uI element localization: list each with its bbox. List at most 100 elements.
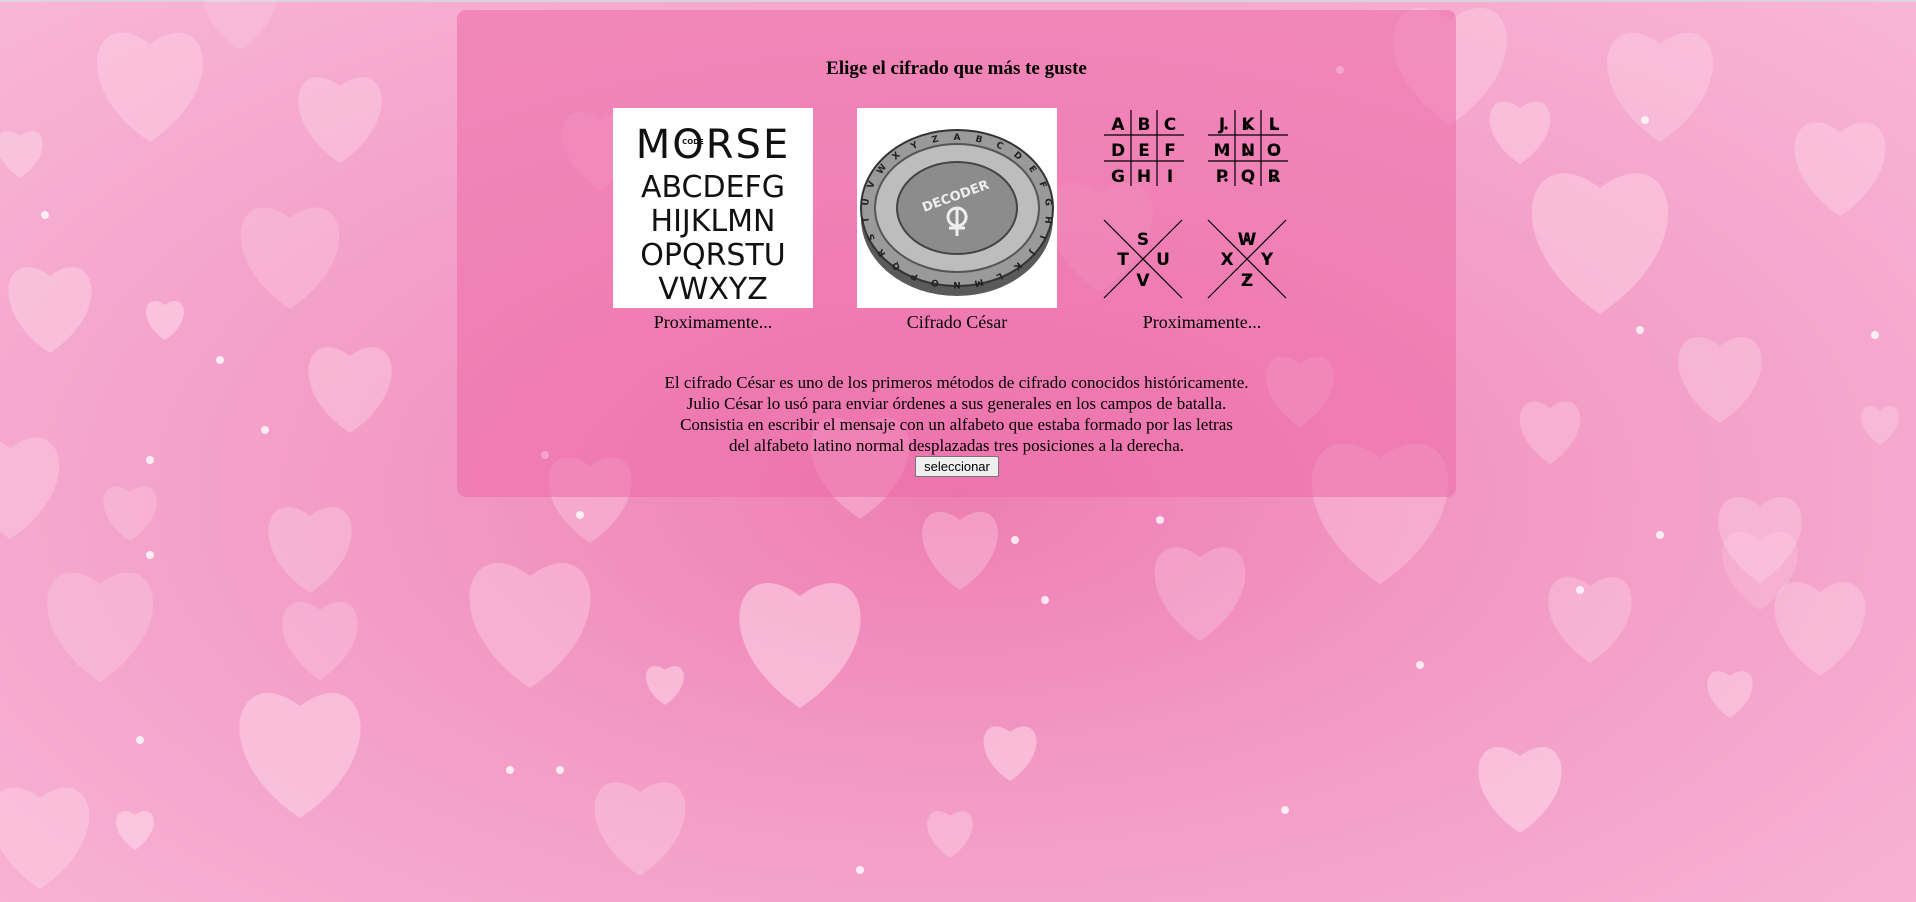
description-line: El cifrado César es uno de los primeros … [664, 373, 1249, 392]
svg-text:K: K [1241, 115, 1255, 135]
svg-text:ABCDEFG: ABCDEFG [641, 170, 785, 205]
svg-text:F: F [1164, 141, 1176, 161]
heart-shape [1478, 747, 1562, 833]
sparkle-dot [136, 736, 144, 744]
svg-text:A: A [1111, 115, 1125, 135]
svg-text:OPQRSTU: OPQRSTU [640, 238, 786, 273]
caesar-cipher-card[interactable]: ABCDEFGHIJKLMNOPQRSTUVWXYZ DECODER Cifra… [857, 108, 1057, 333]
heart-shape [202, 0, 278, 51]
sparkle-dot [1416, 661, 1424, 669]
svg-text:J: J [1218, 115, 1225, 135]
pigpen-cipher-card[interactable]: ABCDEFGHIJKLMNOPQRSTUVWXYZ Proximamente.… [1102, 108, 1302, 333]
svg-text:N: N [953, 279, 961, 289]
svg-text:O: O [1267, 141, 1281, 161]
heart-shape [927, 811, 973, 858]
morse-code-icon[interactable]: MORSE CODE ABCDEFG HIJKLMN OPQRSTU VWXYZ [613, 108, 813, 308]
pigpen-cipher-icon[interactable]: ABCDEFGHIJKLMNOPQRSTUVWXYZ [1102, 108, 1302, 308]
description-line: Consistia en escribir el mensaje con un … [680, 415, 1233, 434]
svg-text:P: P [1216, 167, 1228, 187]
heart-shape [983, 726, 1037, 781]
sparkle-dot [1156, 516, 1164, 524]
description-line: Julio César lo usó para enviar órdenes a… [686, 394, 1227, 413]
svg-text:S: S [1137, 230, 1149, 250]
svg-text:M: M [1214, 141, 1231, 161]
sparkle-dot [576, 511, 584, 519]
heart-shape [103, 486, 157, 541]
sparkle-dot [1641, 116, 1649, 124]
heart-shape [240, 207, 340, 309]
sparkle-dot [261, 426, 269, 434]
pigpen-cipher-label: Proximamente... [1142, 312, 1262, 332]
heart-shape [1794, 122, 1886, 217]
svg-text:H: H [1042, 215, 1053, 224]
cipher-description: El cifrado César es uno de los primeros … [457, 372, 1456, 456]
svg-text:C: C [1164, 115, 1176, 135]
svg-text:I: I [1167, 167, 1173, 187]
svg-text:HIJKLMN: HIJKLMN [651, 204, 776, 239]
sparkle-dot [856, 866, 864, 874]
page-title: Elige el cifrado que más te guste [826, 58, 1087, 79]
svg-text:L: L [1269, 115, 1280, 135]
sparkle-dot [1041, 596, 1049, 604]
heart-shape [1707, 671, 1753, 718]
cipher-selection-panel: Elige el cifrado que más te guste MORSE … [457, 10, 1456, 497]
heart-shape [116, 810, 154, 850]
morse-cipher-label: Proximamente... [653, 312, 773, 332]
heart-shape [0, 787, 90, 889]
sparkle-dot [146, 551, 154, 559]
svg-text:G: G [1111, 167, 1125, 187]
heart-shape [1489, 101, 1551, 165]
sparkle-dot [1281, 806, 1289, 814]
sparkle-dot [1576, 586, 1584, 594]
svg-text:VWXYZ: VWXYZ [658, 272, 768, 307]
heart-shape [1678, 337, 1762, 423]
sparkle-dot [216, 356, 224, 364]
heart-shape [268, 507, 352, 593]
svg-text:V: V [1136, 271, 1150, 291]
select-button[interactable]: seleccionar [915, 456, 999, 477]
heart-shape [298, 77, 382, 164]
sparkle-dot [1656, 531, 1664, 539]
heart-shape [646, 665, 684, 705]
svg-text:T: T [1117, 250, 1129, 270]
svg-text:B: B [1138, 115, 1151, 135]
heart-shape [308, 347, 392, 433]
svg-text:U: U [1156, 250, 1170, 270]
svg-text:E: E [1138, 141, 1150, 161]
svg-text:CODE: CODE [682, 138, 704, 146]
heart-shape [1531, 173, 1669, 315]
sparkle-dot [1871, 331, 1879, 339]
heart-shape [0, 437, 60, 539]
caesar-cipher-label: Cifrado César [906, 312, 1008, 332]
sparkle-dot [506, 766, 514, 774]
heart-shape [0, 131, 43, 178]
heart-shape [146, 300, 184, 340]
svg-text:A: A [954, 133, 961, 143]
heart-shape [46, 572, 154, 682]
heart-shape [1606, 32, 1714, 143]
description-line: del alfabeto latino normal desplazadas t… [728, 436, 1185, 455]
svg-text:G: G [1042, 198, 1053, 207]
heart-shape [96, 32, 204, 143]
heart-shape [594, 782, 686, 876]
heart-shape [1774, 582, 1866, 676]
heart-shape [239, 693, 361, 818]
sparkle-dot [1636, 326, 1644, 334]
sparkle-dot [1011, 536, 1019, 544]
svg-text:D: D [1111, 141, 1125, 161]
heart-shape [469, 563, 591, 688]
caesar-decoder-coin-icon[interactable]: A BCDEFGHIJKLMNOPQRSTUVWXYZ DECODER [857, 108, 1057, 308]
heart-shape [1548, 577, 1632, 663]
heart-shape [8, 267, 92, 353]
morse-cipher-card[interactable]: MORSE CODE ABCDEFG HIJKLMN OPQRSTU VWXYZ… [613, 108, 813, 333]
sparkle-dot [556, 766, 564, 774]
heart-shape [282, 601, 358, 680]
svg-text:R: R [1267, 167, 1280, 187]
heart-shape [922, 511, 998, 590]
svg-text:H: H [1137, 167, 1151, 187]
heart-shape [1154, 547, 1246, 641]
svg-text:N: N [1241, 141, 1255, 161]
heart-shape [1519, 401, 1581, 464]
sparkle-dot [146, 456, 154, 464]
heart-shape [739, 583, 861, 708]
